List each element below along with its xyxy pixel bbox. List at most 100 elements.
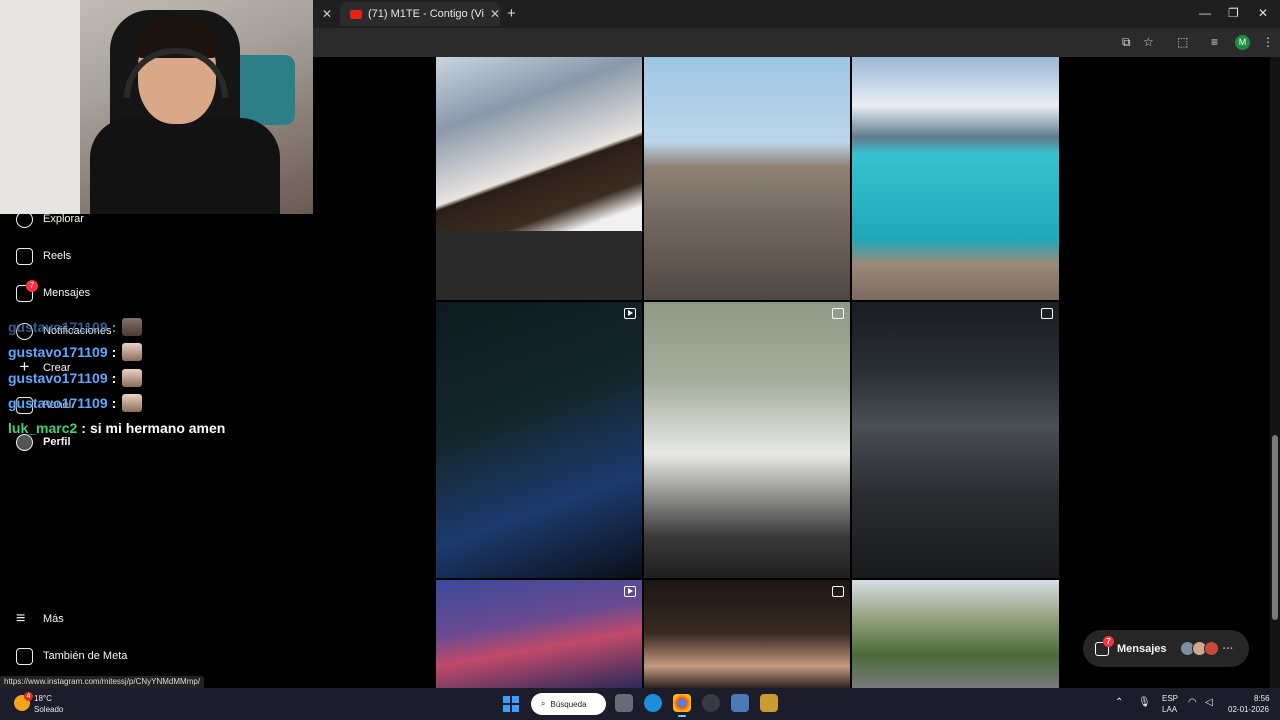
weather-badge: 4	[24, 692, 33, 701]
youtube-icon	[350, 9, 362, 19]
taskbar-search[interactable]: ⌕ Búsqueda	[531, 693, 606, 715]
chrome-icon[interactable]	[673, 694, 691, 717]
chat-emote	[122, 318, 143, 336]
link-status-url: https://www.instagram.com/mitessj/p/CNyY…	[0, 676, 205, 688]
page-scrollbar[interactable]	[1270, 57, 1280, 688]
new-tab-button[interactable]: +	[507, 5, 516, 22]
sidebar-item-label: Mensajes	[43, 287, 91, 299]
profile-avatar[interactable]: M	[1235, 35, 1250, 50]
sidebar-item-mensajes[interactable]: 7 Mensajes	[16, 279, 91, 303]
reels-icon	[16, 247, 33, 265]
sidebar-item-label: Reels	[43, 250, 72, 262]
scrollbar-thumb[interactable]	[1272, 435, 1278, 620]
messenger-icon: 7	[16, 279, 38, 302]
search-icon: ⌕	[541, 699, 546, 708]
chat-text: si mi hermano amen	[89, 420, 226, 436]
tab-previous[interactable]: ✕	[316, 2, 340, 26]
chevron-up-icon[interactable]: ⌃	[1115, 697, 1123, 708]
wifi-icon[interactable]: ◠	[1188, 697, 1197, 708]
sidebar-item-tambien-de-meta[interactable]: También de Meta	[16, 646, 127, 666]
messenger-icon: 7	[1095, 635, 1114, 656]
media-controls-icon[interactable]: ≡	[1211, 35, 1218, 49]
carousel-icon	[1041, 308, 1053, 319]
task-view-icon[interactable]	[615, 694, 633, 712]
chat-separator: :	[81, 420, 86, 436]
menu-icon: ≡	[16, 609, 26, 627]
tab-title: (71) M1TE - Contigo (Video Ofi	[368, 8, 484, 20]
reel-icon	[624, 586, 636, 597]
tab-close-icon[interactable]: ✕	[490, 7, 500, 21]
windows-logo-icon	[503, 705, 510, 712]
screen: ✕ (71) M1TE - Contigo (Video Ofi ✕ + — ❐…	[0, 0, 1280, 720]
meta-icon	[16, 647, 33, 665]
clock-time[interactable]: 8:56	[1254, 694, 1270, 703]
start-button[interactable]	[503, 696, 519, 712]
chat-separator: :	[111, 344, 117, 360]
extensions-icon[interactable]: ⬚	[1177, 35, 1188, 49]
notification-badge: 7	[1103, 635, 1114, 647]
chat-username: gustavo171109	[8, 319, 108, 335]
post-thumbnail-carousel[interactable]	[852, 302, 1059, 578]
post-thumbnail-reel[interactable]	[436, 302, 642, 578]
webcam-background	[0, 0, 80, 214]
chat-message: luk_marc2 : si mi hermano amen	[8, 420, 225, 436]
chat-username: gustavo171109	[8, 344, 108, 360]
carousel-icon	[832, 586, 844, 597]
messages-label: Mensajes	[1117, 642, 1167, 655]
tab-close-icon[interactable]: ✕	[322, 7, 332, 21]
reel-icon	[624, 308, 636, 319]
clock-date[interactable]: 02-01-2026	[1228, 705, 1269, 714]
post-thumbnail-reel[interactable]	[436, 580, 642, 688]
language-bottom[interactable]: LAA	[1162, 705, 1177, 714]
windows-logo-icon	[503, 696, 510, 703]
more-icon: ···	[1222, 642, 1234, 655]
carousel-icon	[832, 308, 844, 319]
chat-emote	[122, 394, 143, 412]
weather-temperature: 18°C	[34, 694, 52, 703]
chat-message: gustavo171109 :	[8, 394, 143, 412]
microphone-icon[interactable]: 🎙	[1138, 697, 1151, 708]
chat-emote	[122, 369, 143, 387]
chat-username: gustavo171109	[8, 370, 108, 386]
messages-drawer-button[interactable]: 7 Mensajes ···	[1083, 630, 1249, 667]
notification-badge: 7	[26, 279, 38, 292]
edge-icon[interactable]	[644, 694, 662, 712]
tab-youtube-video[interactable]: (71) M1TE - Contigo (Video Ofi ✕	[340, 2, 500, 26]
restore-button[interactable]: ❐	[1228, 6, 1239, 20]
install-app-icon[interactable]: ⧉	[1122, 35, 1131, 50]
windows-logo-icon	[512, 696, 519, 703]
post-placeholder	[436, 231, 642, 300]
obs-icon[interactable]	[702, 694, 720, 712]
chat-message: gustavo171109 :	[8, 318, 143, 336]
chat-message: gustavo171109 :	[8, 369, 143, 387]
chat-username: gustavo171109	[8, 395, 108, 411]
settings-icon[interactable]	[731, 694, 749, 712]
chat-username: luk_marc2	[8, 420, 78, 436]
sidebar-item-reels[interactable]: Reels	[16, 246, 71, 266]
post-thumbnail-carousel[interactable]	[644, 580, 850, 688]
close-window-button[interactable]: ✕	[1258, 6, 1268, 20]
language-top[interactable]: ESP	[1162, 694, 1178, 703]
browser-menu-icon[interactable]: ⋮	[1262, 35, 1274, 49]
post-thumbnail-carousel[interactable]	[644, 302, 850, 578]
chat-separator: :	[111, 319, 117, 335]
volume-icon[interactable]: ◁	[1205, 697, 1213, 708]
bookmark-star-icon[interactable]: ☆	[1143, 35, 1154, 49]
post-thumbnail[interactable]	[644, 57, 850, 300]
chat-emote	[122, 343, 143, 361]
chat-message: gustavo171109 :	[8, 343, 143, 361]
minimize-button[interactable]: —	[1199, 6, 1211, 20]
webcam-overlay	[0, 0, 313, 214]
windows-logo-icon	[512, 705, 519, 712]
app-icon[interactable]	[760, 694, 778, 712]
chat-separator: :	[111, 395, 117, 411]
weather-description: Soleado	[34, 705, 64, 714]
search-label: Búsqueda	[550, 699, 587, 709]
post-grid	[436, 57, 1059, 688]
post-thumbnail[interactable]	[852, 57, 1059, 300]
sidebar-item-mas[interactable]: ≡ Más	[16, 609, 64, 629]
sidebar-item-label: Explorar	[43, 213, 84, 225]
post-thumbnail[interactable]	[436, 57, 642, 231]
windows-taskbar	[0, 688, 1280, 720]
post-thumbnail[interactable]	[852, 580, 1059, 688]
